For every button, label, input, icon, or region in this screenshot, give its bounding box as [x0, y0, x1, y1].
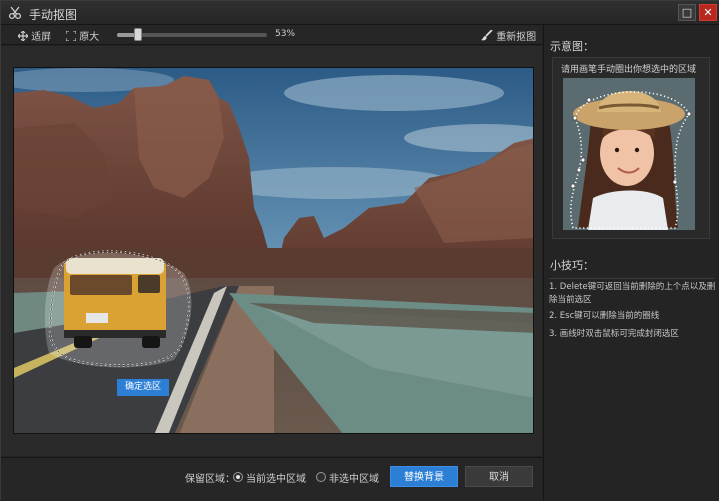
- keep-area-label: 保留区域：: [185, 474, 235, 485]
- zoom-slider-thumb[interactable]: [134, 28, 142, 41]
- title-bar: 手动抠图 □ ✕: [1, 1, 719, 25]
- close-button[interactable]: ✕: [699, 4, 717, 21]
- original-size-icon: [65, 30, 77, 42]
- original-size-label: 原大: [79, 32, 100, 43]
- redraw-label: 重新抠图: [496, 32, 537, 43]
- tip-1: 1. Delete键可返回当前删除的上个点以及删除当前选区: [549, 282, 716, 305]
- radio-current-selection-label[interactable]: 当前选中区域: [246, 470, 306, 485]
- fit-screen-icon: [17, 30, 29, 42]
- radio-current-selection[interactable]: [233, 472, 243, 482]
- tip-3: 3. 画线时双击鼠标可完成封闭选区: [549, 329, 679, 339]
- fit-screen-label: 适屏: [31, 32, 52, 43]
- demo-heading: 示意图：: [550, 40, 594, 53]
- tips-divider: [549, 278, 714, 279]
- radio-non-selection[interactable]: [316, 472, 326, 482]
- confirm-selection-button[interactable]: 确定选区: [117, 379, 169, 396]
- desert-road-photo: [14, 68, 533, 433]
- scissors-icon: [8, 6, 22, 20]
- demo-image: [563, 78, 695, 230]
- demo-girl-photo: [563, 78, 695, 230]
- maximize-button[interactable]: □: [678, 4, 696, 21]
- tips-heading: 小技巧：: [550, 259, 594, 272]
- window-title: 手动抠图: [29, 8, 78, 22]
- fit-screen-button[interactable]: 适屏: [17, 28, 52, 43]
- radio-non-selection-label[interactable]: 非选中区域: [329, 470, 379, 485]
- original-size-button[interactable]: 原大: [65, 28, 100, 43]
- tip-2: 2. Esc键可以删除当前的圈线: [549, 311, 660, 321]
- demo-caption: 请用画笔手动圈出你想选中的区域: [561, 65, 697, 75]
- manual-cutout-window: 手动抠图 □ ✕ 适屏 原大 53% 重新抠图 确定选区 保留区域： 当前选中区…: [0, 0, 719, 501]
- zoom-value: 53%: [275, 29, 296, 39]
- redraw-button[interactable]: 重新抠图: [481, 28, 536, 43]
- edit-photo[interactable]: [13, 67, 534, 434]
- replace-background-button[interactable]: 替换背景: [390, 466, 458, 487]
- cancel-button[interactable]: 取消: [465, 466, 533, 487]
- brush-icon: [481, 29, 493, 41]
